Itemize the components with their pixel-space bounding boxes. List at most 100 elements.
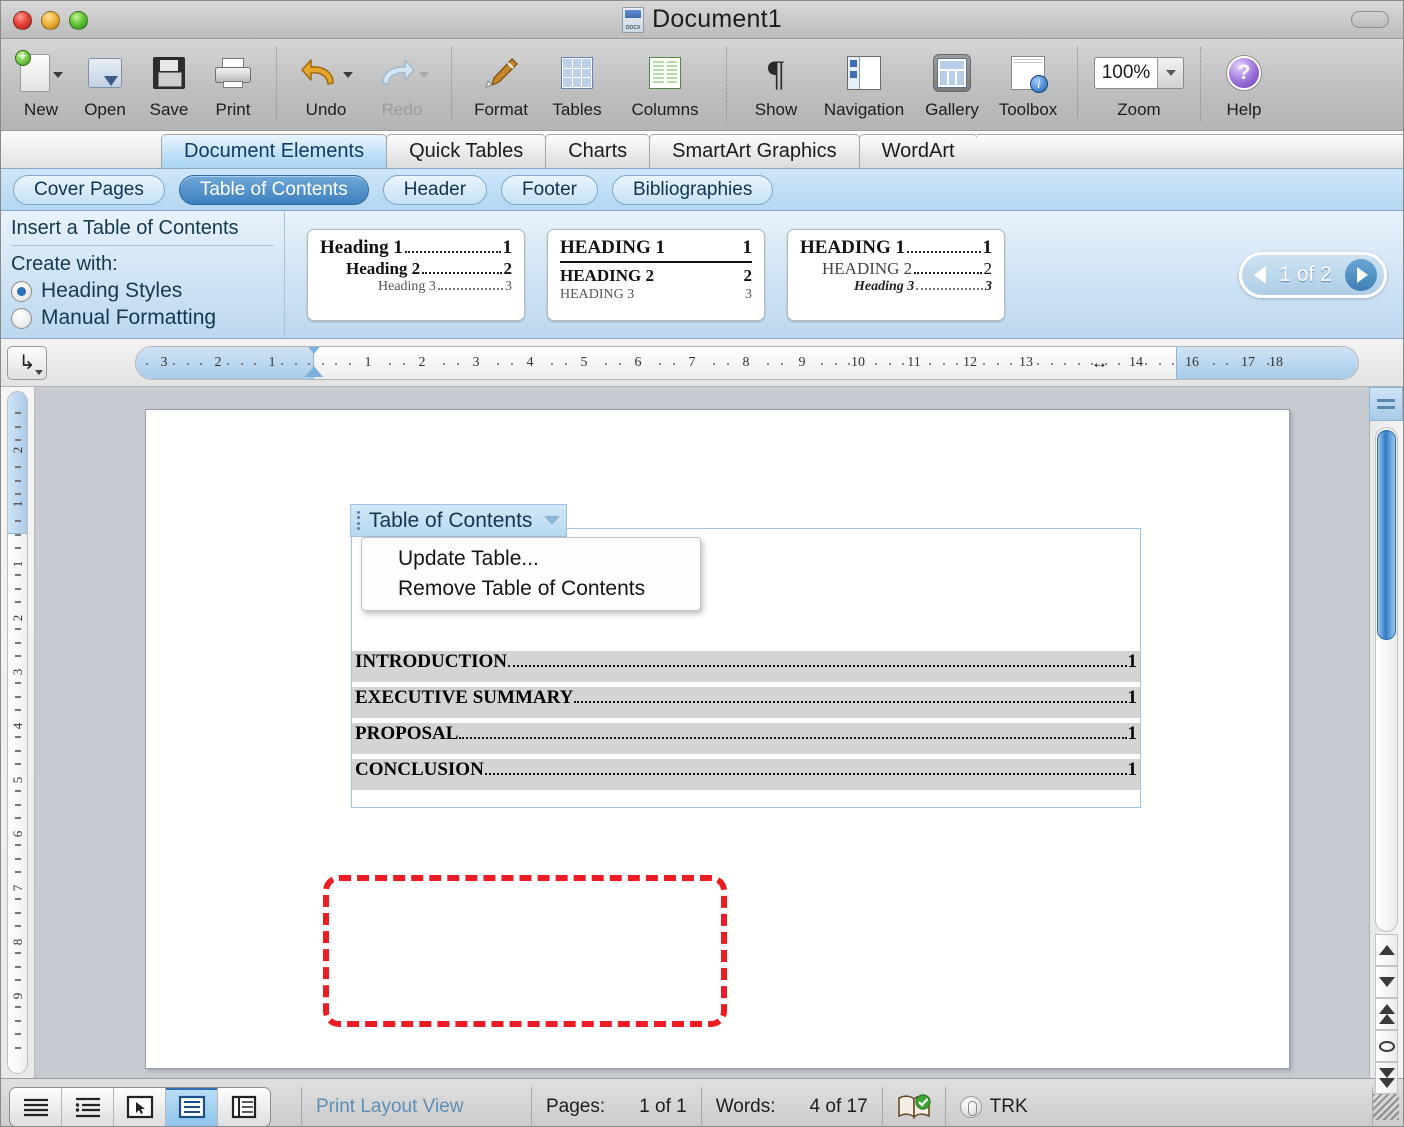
vruler-tick-dot	[14, 952, 21, 954]
toolbar-columns-label: Columns	[631, 100, 699, 119]
toolbar-toggle-button[interactable]	[1351, 11, 1389, 28]
tab-quick-tables[interactable]: Quick Tables	[386, 134, 547, 168]
notebook-view-button[interactable]	[218, 1088, 270, 1126]
vruler-tick-dot	[14, 763, 21, 765]
radio-button-on-icon[interactable]	[11, 280, 32, 302]
toolbar-undo-label: Undo	[305, 100, 347, 119]
toc-field-header-label: Table of Contents	[369, 508, 533, 532]
toc-entry-row[interactable]: INTRODUCTION 1	[352, 651, 1140, 682]
toc-style-thumbnail-1[interactable]: Heading 1 1 Heading 2 2 Heading 3 3	[307, 228, 525, 321]
vruler-tick-dot	[14, 425, 21, 428]
toc-entry-row[interactable]: PROPOSAL 1	[352, 723, 1140, 754]
previous-page-button[interactable]	[1375, 998, 1398, 1030]
draft-view-button[interactable]	[10, 1087, 62, 1126]
subtab-cover-pages[interactable]: Cover Pages	[13, 174, 165, 205]
toolbar-help-button[interactable]: Help	[1212, 45, 1276, 118]
toc-entry-row[interactable]: EXECUTIVE SUMMARY 1	[352, 687, 1140, 718]
subtab-bibliographies[interactable]: Bibliographies	[611, 174, 774, 205]
vruler-tick-label: 6	[9, 830, 25, 838]
toolbar-zoom-control[interactable]: 100% Zoom	[1089, 45, 1189, 118]
toolbar-save-button[interactable]: Save	[137, 45, 201, 118]
tab-stop-icon[interactable]: ↳	[7, 345, 47, 380]
tab-smartart-graphics[interactable]: SmartArt Graphics	[649, 134, 860, 168]
outline-view-button[interactable]	[62, 1087, 114, 1126]
thumb3-row3-text: Heading 3	[854, 278, 915, 294]
toolbar-new-button[interactable]: New	[9, 45, 73, 118]
zoom-chevron-down-icon[interactable]	[1157, 58, 1184, 88]
tab-charts[interactable]: Charts	[545, 134, 651, 168]
toolbar-tables-button[interactable]: Tables	[539, 45, 615, 118]
subtab-footer[interactable]: Footer	[501, 174, 598, 205]
vertical-scrollbar[interactable]	[1369, 387, 1403, 1094]
scroll-up-button[interactable]	[1375, 934, 1398, 966]
toc-style-thumbnail-3[interactable]: HEADING 1 1 HEADING 2 2 Heading 3 3	[787, 228, 1005, 321]
ruler-tick-label: 18	[1269, 354, 1283, 370]
spellcheck-status-button[interactable]	[881, 1086, 945, 1126]
toolbar-toolbox-button[interactable]: Toolbox	[990, 45, 1066, 118]
menu-item-update-table[interactable]: Update Table...	[362, 544, 700, 574]
chevron-down-icon[interactable]	[544, 516, 561, 525]
toolbar-format-button[interactable]: Format	[463, 45, 539, 118]
track-changes-label: TRK	[989, 1095, 1028, 1117]
document-canvas[interactable]: INTRODUCTION 1 EXECUTIVE SUMMARY 1 PROPOSAL 1…	[35, 387, 1369, 1078]
open-folder-icon	[88, 58, 122, 88]
scroll-down-button[interactable]	[1375, 966, 1398, 998]
toc-field-header[interactable]: Table of Contents	[350, 504, 568, 537]
ruler-tick-dot	[605, 362, 607, 365]
redo-menu-chevron-down-icon[interactable]	[418, 72, 429, 78]
toc-style-thumbnail-2[interactable]: HEADING 1 1 HEADING 2 2 HEADING 3 3	[547, 228, 765, 321]
ruler-tick-label: 12	[963, 354, 977, 370]
scrollbar-track[interactable]	[1375, 427, 1398, 932]
thumb3-row2-text: HEADING 2	[822, 258, 913, 278]
indent-marker[interactable]	[305, 346, 323, 379]
menu-item-remove-toc[interactable]: Remove Table of Contents	[362, 574, 700, 604]
vertical-ruler[interactable]: 2 1 1 2 3 4 5 6 7 8 9	[1, 387, 35, 1078]
horizontal-ruler[interactable]: 3 2 1 1 2 3 4 5 6 7 8 9 10 11 12 13 14 16 17 18 ↔	[135, 345, 1359, 380]
scrollbar-thumb[interactable]	[1377, 430, 1396, 640]
tab-wordart[interactable]: WordArt	[858, 134, 978, 168]
ruler-tick-label: 13	[1019, 354, 1033, 370]
subtab-header[interactable]: Header	[382, 174, 488, 205]
vruler-tick-label: 2	[9, 614, 25, 622]
ruler-tick-dot	[227, 362, 229, 365]
drag-grip-icon[interactable]	[357, 510, 362, 531]
vruler-tick-dot	[14, 898, 21, 900]
track-changes-button[interactable]: TRK	[944, 1086, 1373, 1126]
toolbar-show-button[interactable]: ¶ Show	[738, 45, 814, 118]
split-bar-handle[interactable]	[1369, 387, 1403, 421]
tab-document-elements[interactable]: Document Elements	[161, 134, 388, 168]
ruler-tick-dot	[443, 362, 445, 365]
radio-heading-styles[interactable]: Heading Styles	[11, 279, 274, 303]
ruler-tick-dot	[348, 362, 351, 365]
zoom-combo-icon[interactable]: 100%	[1093, 57, 1185, 89]
chevron-right-icon[interactable]	[1344, 258, 1377, 291]
radio-button-off-icon[interactable]	[11, 307, 32, 329]
toolbar-print-button[interactable]: Print	[201, 45, 265, 118]
toolbar-navigation-button[interactable]: Navigation	[814, 45, 914, 118]
undo-menu-chevron-down-icon[interactable]	[342, 72, 353, 78]
ruler-tick-dot	[1158, 362, 1161, 365]
toolbar-redo-button[interactable]: Redo	[364, 45, 440, 118]
chevron-left-icon[interactable]	[1254, 265, 1266, 284]
toolbar-open-button[interactable]: Open	[73, 45, 137, 118]
document-page[interactable]: INTRODUCTION 1 EXECUTIVE SUMMARY 1 PROPOSAL 1…	[145, 409, 1290, 1069]
toolbar-columns-button[interactable]: Columns	[615, 45, 715, 118]
select-browse-object-button[interactable]	[1375, 1030, 1398, 1062]
toc-entry-row[interactable]: CONCLUSION 1	[352, 759, 1140, 790]
print-layout-view-button[interactable]	[166, 1087, 218, 1126]
resize-grip-icon[interactable]	[1373, 1093, 1399, 1120]
subtab-table-of-contents[interactable]: Table of Contents	[178, 174, 369, 205]
radio-manual-formatting[interactable]: Manual Formatting	[11, 306, 274, 330]
new-menu-chevron-down-icon[interactable]	[52, 72, 63, 78]
help-question-icon	[1227, 56, 1261, 90]
word-application-window: Document1 New Open Save	[0, 0, 1404, 1127]
toolbar-gallery-button[interactable]: Gallery	[914, 45, 990, 118]
toolbar-group-insert: Format Tables Columns	[463, 45, 715, 127]
next-page-button[interactable]	[1375, 1062, 1398, 1094]
gallery-pager[interactable]: 1 of 2	[1239, 251, 1387, 298]
ruler-tick-label: 8	[742, 354, 750, 370]
toolbar-undo-button[interactable]: Undo	[288, 45, 364, 118]
publishing-view-button[interactable]	[114, 1087, 166, 1126]
printer-icon	[215, 58, 251, 88]
ruler-tick-dot	[1226, 362, 1228, 365]
